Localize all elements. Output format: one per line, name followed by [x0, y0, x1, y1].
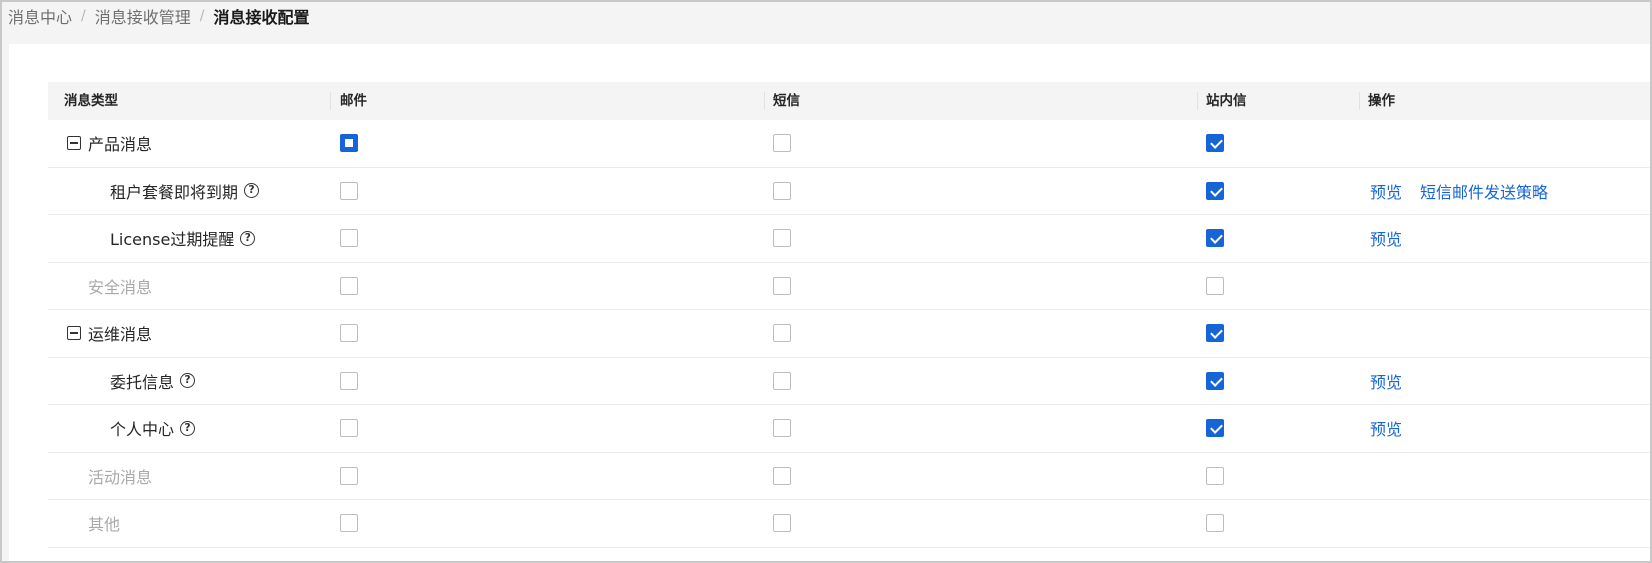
- email-checkbox[interactable]: [340, 276, 358, 295]
- breadcrumb-message-center[interactable]: 消息中心: [8, 4, 72, 28]
- inbox-checkbox[interactable]: [1206, 324, 1224, 343]
- header-inbox: 站内信: [1206, 93, 1247, 109]
- table-row: 活动消息: [48, 453, 1650, 500]
- table-body: 产品消息 租户套餐即将到期? 预览 短信邮件发送策略 License过期提醒? 预览 安全消…: [48, 120, 1650, 548]
- email-checkbox[interactable]: [340, 324, 358, 343]
- email-checkbox[interactable]: [340, 514, 358, 533]
- message-type-label: 运维消息: [88, 325, 153, 345]
- inbox-checkbox[interactable]: [1206, 371, 1224, 390]
- table-header: 消息类型 邮件 短信 站内信 操作: [48, 82, 1650, 120]
- breadcrumb-receive-management[interactable]: 消息接收管理: [95, 4, 191, 28]
- sms-checkbox[interactable]: [773, 229, 791, 248]
- message-type-label: 委托信息: [110, 372, 175, 392]
- message-type-cell: 其他: [88, 500, 120, 547]
- message-type-label: 租户套餐即将到期: [110, 182, 239, 202]
- sms-checkbox[interactable]: [773, 181, 791, 200]
- minus-square-icon[interactable]: [67, 136, 81, 151]
- table-row: 其他: [48, 500, 1650, 548]
- preview-link[interactable]: 预览: [1370, 226, 1402, 250]
- inbox-checkbox[interactable]: [1206, 419, 1224, 438]
- sms-checkbox[interactable]: [773, 466, 791, 485]
- breadcrumb: 消息中心 / 消息接收管理 / 消息接收配置: [8, 4, 309, 28]
- table-row: License过期提醒? 预览: [48, 215, 1650, 263]
- content-card: 消息类型 邮件 短信 站内信 操作 产品消息 租户套餐即将到期? 预览 短信邮件发送策…: [9, 44, 1650, 561]
- email-checkbox[interactable]: [340, 371, 358, 390]
- message-type-cell: License过期提醒?: [110, 215, 256, 262]
- header-actions: 操作: [1368, 93, 1395, 109]
- email-checkbox[interactable]: [340, 181, 358, 200]
- question-circle-icon[interactable]: ?: [180, 373, 196, 389]
- header-email: 邮件: [340, 93, 367, 109]
- inbox-checkbox[interactable]: [1206, 514, 1224, 533]
- header-message-type: 消息类型: [64, 93, 118, 109]
- table-row: 运维消息: [48, 310, 1650, 358]
- message-type-label: 安全消息: [88, 277, 153, 297]
- actions-cell: 预览: [1370, 215, 1420, 262]
- preview-link[interactable]: 预览: [1370, 416, 1402, 440]
- message-type-label: 产品消息: [88, 135, 153, 155]
- minus-square-icon[interactable]: [67, 326, 81, 341]
- inbox-checkbox[interactable]: [1206, 134, 1224, 153]
- question-circle-icon[interactable]: ?: [180, 420, 196, 436]
- message-type-cell: 个人中心?: [110, 405, 196, 452]
- sms-checkbox[interactable]: [773, 324, 791, 343]
- breadcrumb-separator: /: [81, 8, 86, 24]
- email-checkbox[interactable]: [340, 466, 358, 485]
- table-row: 委托信息? 预览: [48, 358, 1650, 405]
- table-row: 安全消息: [48, 263, 1650, 310]
- breadcrumb-current-page: 消息接收配置: [213, 8, 310, 27]
- table-row: 租户套餐即将到期? 预览 短信邮件发送策略: [48, 168, 1650, 215]
- header-divider: [1359, 92, 1360, 110]
- question-circle-icon[interactable]: ?: [244, 183, 260, 199]
- inbox-checkbox[interactable]: [1206, 276, 1224, 295]
- inbox-checkbox[interactable]: [1206, 229, 1224, 248]
- actions-cell: 预览 短信邮件发送策略: [1370, 168, 1566, 215]
- message-type-cell: 租户套餐即将到期?: [110, 168, 260, 215]
- actions-cell: 预览: [1370, 358, 1420, 405]
- message-type-cell: 委托信息?: [110, 358, 196, 405]
- message-type-label: 活动消息: [88, 467, 153, 487]
- app-frame: 消息中心 / 消息接收管理 / 消息接收配置 消息类型 邮件 短信 站内信 操作…: [0, 0, 1652, 563]
- message-type-label: License过期提醒: [110, 230, 235, 250]
- table-row: 产品消息: [48, 120, 1650, 168]
- question-circle-icon[interactable]: ?: [240, 230, 256, 246]
- inbox-checkbox[interactable]: [1206, 466, 1224, 485]
- preview-link[interactable]: 预览: [1370, 369, 1402, 393]
- sms-checkbox[interactable]: [773, 419, 791, 438]
- actions-cell: 预览: [1370, 405, 1420, 452]
- preview-link[interactable]: 预览: [1370, 179, 1402, 203]
- message-type-cell: 运维消息: [67, 310, 152, 357]
- message-config-table: 消息类型 邮件 短信 站内信 操作 产品消息 租户套餐即将到期? 预览 短信邮件发送策…: [48, 82, 1650, 548]
- sms-checkbox[interactable]: [773, 371, 791, 390]
- email-checkbox[interactable]: [340, 229, 358, 248]
- email-checkbox[interactable]: [340, 134, 358, 153]
- sms-checkbox[interactable]: [773, 514, 791, 533]
- sms-checkbox[interactable]: [773, 134, 791, 153]
- breadcrumb-separator: /: [199, 8, 205, 24]
- message-type-label: 个人中心: [110, 420, 175, 440]
- header-divider: [764, 92, 765, 110]
- send-strategy-link[interactable]: 短信邮件发送策略: [1420, 179, 1548, 203]
- message-type-cell: 产品消息: [67, 120, 152, 167]
- table-row: 个人中心? 预览: [48, 405, 1650, 453]
- sms-checkbox[interactable]: [773, 276, 791, 295]
- header-divider: [330, 92, 331, 110]
- header-sms: 短信: [773, 93, 800, 109]
- message-type-label: 其他: [88, 515, 121, 535]
- message-type-cell: 安全消息: [88, 263, 152, 310]
- message-type-cell: 活动消息: [88, 453, 152, 500]
- inbox-checkbox[interactable]: [1206, 181, 1224, 200]
- email-checkbox[interactable]: [340, 419, 358, 438]
- header-divider: [1197, 92, 1198, 110]
